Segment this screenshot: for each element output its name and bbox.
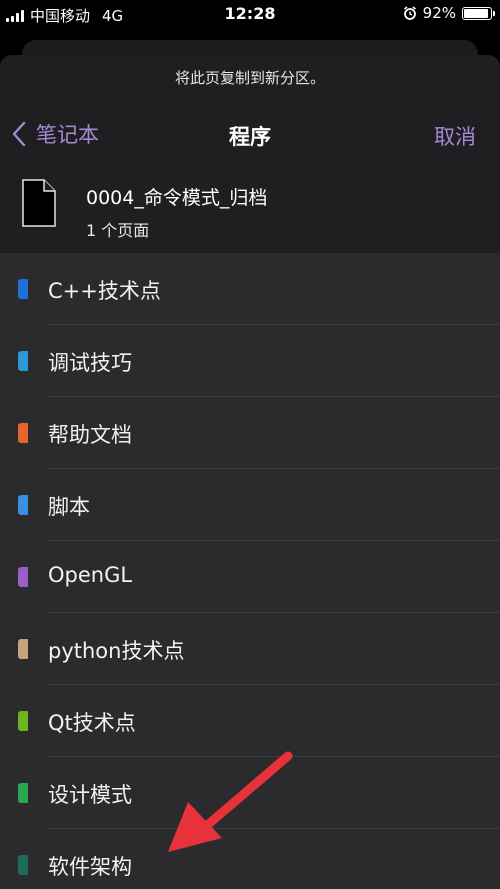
section-color-marker: [18, 279, 28, 299]
page-count: 1 个页面: [86, 221, 150, 240]
section-label: 脚本: [48, 495, 90, 519]
screen: 中国移动 4G 12:28 92% 将此页复制到新分区。 笔记本 程序 取消 0…: [0, 0, 500, 889]
nav-bar: 笔记本 程序 取消: [0, 113, 500, 157]
battery-percent: 92%: [422, 4, 456, 22]
battery-icon: [462, 6, 495, 20]
section-item[interactable]: 调试技巧: [0, 325, 500, 397]
section-label: 设计模式: [48, 783, 132, 807]
section-item[interactable]: Qt技术点: [0, 685, 500, 757]
nav-title: 程序: [229, 125, 271, 149]
section-item[interactable]: 软件架构: [0, 829, 500, 889]
section-item[interactable]: OpenGL: [0, 541, 500, 613]
status-right: 92%: [403, 4, 495, 22]
section-item[interactable]: python技术点: [0, 613, 500, 685]
section-color-marker: [18, 351, 28, 371]
section-color-marker: [18, 423, 28, 443]
section-color-marker: [18, 783, 28, 803]
section-label: C++技术点: [48, 279, 161, 303]
section-item[interactable]: 设计模式: [0, 757, 500, 829]
copy-page-sheet: 将此页复制到新分区。 笔记本 程序 取消 0004_命令模式_归档 1 个页面 …: [0, 55, 500, 889]
section-list: C++技术点 调试技巧帮助文档脚本 OpenGL python技术点 Qt技术点设计模式…: [0, 253, 500, 889]
section-label: 软件架构: [48, 855, 132, 879]
section-color-marker: [18, 495, 28, 515]
alarm-icon: [403, 6, 416, 20]
cancel-button[interactable]: 取消: [434, 121, 476, 151]
section-item[interactable]: 脚本: [0, 469, 500, 541]
section-label: Qt技术点: [48, 711, 136, 735]
section-color-marker: [18, 711, 28, 731]
section-color-marker: [18, 639, 28, 659]
section-item[interactable]: 帮助文档: [0, 397, 500, 469]
section-label: python技术点: [48, 639, 185, 663]
status-bar: 中国移动 4G 12:28 92%: [0, 0, 500, 30]
document-icon: [22, 179, 56, 227]
page-name: 0004_命令模式_归档: [86, 187, 268, 209]
battery-fill: [464, 8, 488, 18]
sheet-hint: 将此页复制到新分区。: [174, 69, 325, 87]
page-info: 0004_命令模式_归档 1 个页面: [0, 173, 500, 249]
section-color-marker: [18, 855, 28, 875]
section-item[interactable]: C++技术点: [0, 253, 500, 325]
section-color-marker: [18, 567, 28, 587]
section-label: OpenGL: [48, 563, 133, 587]
section-label: 调试技巧: [48, 351, 132, 375]
section-label: 帮助文档: [48, 423, 132, 447]
